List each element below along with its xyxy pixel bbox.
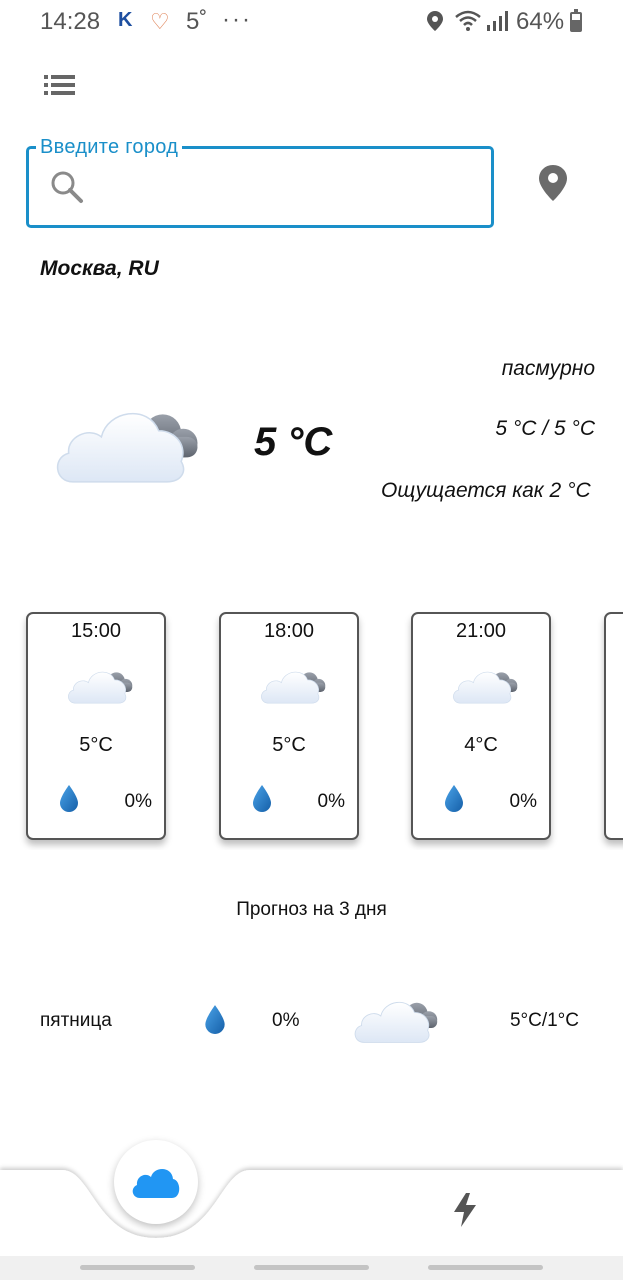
overcast-cloud-icon [259,664,329,706]
daily-forecast-row[interactable]: пятница 0% 5°C/1°C [0,988,623,1052]
hourly-precipitation: 0% [509,791,537,812]
location-status-icon [427,11,443,31]
system-home-button[interactable] [254,1265,369,1270]
nav-weather-button[interactable] [114,1140,198,1224]
city-search-label: Введите город [36,136,183,159]
hourly-time: 18:00 [263,620,315,642]
hourly-card[interactable]: 18:00 5°C 0% [219,612,359,840]
feels-like: Ощущается как 2 °C [381,479,591,502]
system-back-button[interactable] [428,1265,543,1270]
city-name: Москва, RU [40,257,159,280]
hourly-card[interactable]: 21:00 4°C 0% [411,612,551,840]
bottom-navigation [0,1138,623,1256]
status-time: 14:28 [40,8,101,35]
overcast-cloud-icon [52,396,206,488]
day-precipitation: 0% [272,1010,300,1031]
current-temperature: 5 °C [254,420,333,464]
raindrop-icon [204,1004,226,1034]
system-recents-button[interactable] [80,1265,195,1270]
hourly-temperature: 4°C [464,734,498,756]
status-bar: 14:28 K ♡ 5˚ ··· 64% [0,0,623,44]
weather-description: пасмурно [501,357,595,380]
cloud-icon [132,1168,180,1198]
k-app-icon: K [118,9,133,31]
overcast-cloud-icon [66,664,136,706]
hourly-card-partial[interactable] [604,612,623,840]
heart-rate-icon: ♡ [150,9,170,34]
battery-percent: 64% [516,8,565,35]
wifi-icon [455,10,481,31]
signal-icon [487,11,508,31]
city-search-input[interactable] [96,164,476,208]
raindrop-icon [444,784,464,812]
raindrop-icon [59,784,79,812]
more-notifications-icon: ··· [222,6,252,33]
bottom-nav-background [0,1170,623,1256]
location-pin-icon[interactable] [538,164,568,202]
hourly-time: 21:00 [455,620,507,642]
status-temperature: 5˚ [186,8,208,35]
day-temperature-range: 5°C/1°C [509,1010,579,1031]
hourly-temperature: 5°C [272,734,306,756]
overcast-cloud-icon [451,664,521,706]
battery-icon [570,9,582,32]
overcast-cloud-icon [352,992,442,1046]
lightning-icon[interactable] [452,1192,478,1228]
hourly-card[interactable]: 15:00 5°C 0% [26,612,166,840]
day-name: пятница [40,1010,112,1031]
system-navigation-bar [0,1256,623,1280]
hourly-precipitation: 0% [124,791,152,812]
forecast-title: Прогноз на 3 дня [236,899,387,920]
raindrop-icon [252,784,272,812]
menu-list-icon[interactable] [42,72,78,98]
hourly-time: 15:00 [70,620,122,642]
hourly-temperature: 5°C [79,734,113,756]
hourly-forecast-list[interactable]: 15:00 5°C 0% 18:00 5°C 0% 21:00 4°C 0% [0,610,623,850]
hourly-precipitation: 0% [317,791,345,812]
search-icon [51,171,83,203]
temperature-range: 5 °C / 5 °C [495,417,595,440]
